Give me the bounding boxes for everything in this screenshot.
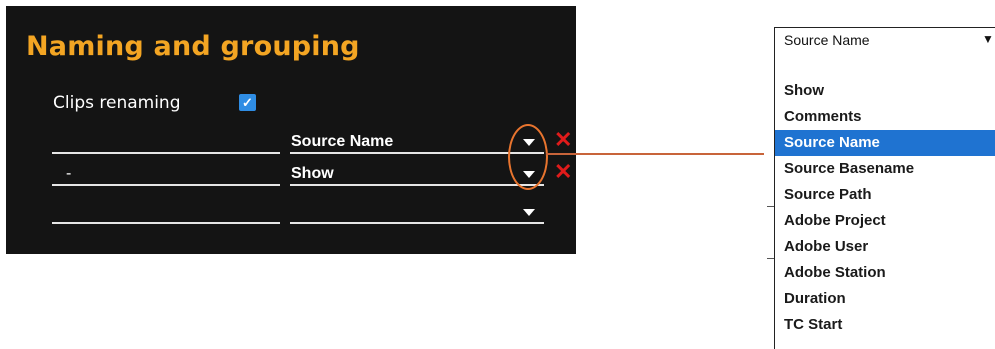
dropdown-list: Show Comments Source Name Source Basenam…: [774, 52, 995, 349]
dropdown-option-comments[interactable]: Comments: [775, 104, 995, 130]
callout-circle: [508, 124, 548, 190]
panel-title: Naming and grouping: [26, 31, 360, 62]
dropdown-option-source-basename[interactable]: Source Basename: [775, 156, 995, 182]
clips-renaming-label: Clips renaming: [53, 93, 181, 113]
dropdown-option-source-name[interactable]: Source Name: [775, 130, 995, 156]
naming-row: Source Name ✕: [52, 128, 572, 160]
dropdown-option-show[interactable]: Show: [775, 78, 995, 104]
dropdown-option-tc-start[interactable]: TC Start: [775, 312, 995, 338]
dropdown-select[interactable]: Source Name: [774, 27, 995, 53]
close-x-icon[interactable]: ✕: [554, 160, 572, 184]
dropdown-arrow-icon[interactable]: ▼: [982, 27, 994, 51]
field-select[interactable]: Show: [290, 162, 544, 186]
naming-row: - Show ✕: [52, 160, 572, 192]
field-select[interactable]: [290, 200, 544, 224]
dropdown-option-adobe-user[interactable]: Adobe User: [775, 234, 995, 260]
separator-input[interactable]: [52, 130, 280, 154]
background-tick: [767, 206, 774, 207]
separator-input[interactable]: [52, 200, 280, 224]
dropdown-blank-option[interactable]: [775, 52, 995, 78]
dropdown-select-value: Source Name: [784, 32, 870, 48]
dropdown-option-source-path[interactable]: Source Path: [775, 182, 995, 208]
dropdown-option-duration[interactable]: Duration: [775, 286, 995, 312]
separator-input[interactable]: -: [52, 162, 280, 186]
naming-row: [52, 200, 572, 230]
dropdown-option-adobe-project[interactable]: Adobe Project: [775, 208, 995, 234]
field-select[interactable]: Source Name: [290, 130, 544, 154]
dropdown-option-adobe-station[interactable]: Adobe Station: [775, 260, 995, 286]
caret-down-icon[interactable]: [523, 209, 535, 216]
field-select-value: Source Name: [291, 133, 394, 150]
naming-grouping-panel: Naming and grouping Clips renaming ✓ Sou…: [6, 6, 576, 254]
field-select-value: Show: [291, 165, 334, 182]
clips-renaming-checkbox[interactable]: ✓: [239, 94, 256, 111]
close-x-icon[interactable]: ✕: [554, 128, 572, 152]
callout-line: [546, 153, 764, 155]
checkmark-icon: ✓: [242, 95, 253, 110]
background-tick: [767, 258, 774, 259]
